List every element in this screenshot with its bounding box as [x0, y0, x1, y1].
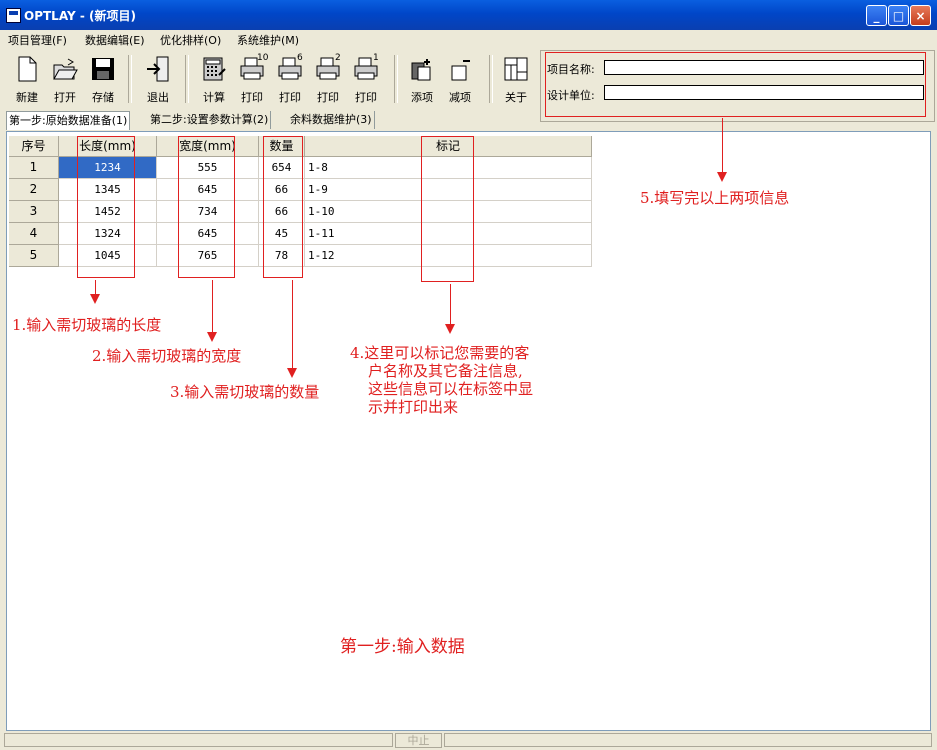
exit-door-icon	[147, 56, 169, 82]
calculator-icon	[203, 57, 226, 81]
print-button-4[interactable]: 1 打印	[349, 53, 383, 105]
note-width: 2.输入需切玻璃的宽度	[92, 347, 242, 365]
print-badge: 2	[335, 53, 341, 63]
print-label: 打印	[241, 91, 263, 104]
add-item-icon	[411, 59, 431, 81]
about-label: 关于	[505, 91, 527, 104]
exit-label: 退出	[147, 91, 169, 104]
add-item-label: 添项	[411, 91, 433, 104]
new-label: 新建	[16, 91, 38, 104]
step-caption: 第一步:输入数据	[340, 637, 465, 657]
maximize-button[interactable]: □	[888, 5, 909, 26]
print-label: 打印	[355, 91, 377, 104]
status-bar: 中止	[0, 731, 937, 750]
print-badge: 1	[373, 53, 379, 63]
status-panel-right	[444, 733, 932, 747]
note-mark-line4: 示并打印出来	[368, 398, 459, 416]
menu-system[interactable]: 系统维护(M)	[237, 32, 299, 48]
title-bar[interactable]: OPTLAY - (新项目) _ □ ×	[0, 0, 937, 30]
menu-data-edit[interactable]: 数据编辑(E)	[85, 32, 145, 48]
length-arrow-line	[95, 280, 96, 294]
qty-highlight-box	[263, 136, 303, 278]
calc-label: 计算	[203, 91, 225, 104]
tab-param-calc[interactable]: 第二步:设置参数计算(2)	[148, 111, 272, 129]
remove-item-label: 减项	[449, 91, 471, 104]
remove-item-button[interactable]: 减项	[443, 53, 477, 105]
app-icon[interactable]	[6, 8, 21, 23]
print-label: 打印	[317, 91, 339, 104]
toolbar-separator	[128, 55, 132, 103]
toolbar-separator	[394, 55, 398, 103]
row-index-cell[interactable]: 1	[9, 157, 59, 179]
project-arrow-line	[722, 118, 723, 172]
length-highlight-box	[77, 136, 135, 278]
row-index-cell[interactable]: 5	[9, 245, 59, 267]
status-panel-left	[4, 733, 393, 747]
calc-button[interactable]: 计算	[197, 53, 231, 105]
print-button-3[interactable]: 2 打印	[311, 53, 345, 105]
remove-item-icon	[451, 60, 470, 81]
print-button-2[interactable]: 6 打印	[273, 53, 307, 105]
tab-remnant-data[interactable]: 余料数据维护(3)	[288, 111, 375, 129]
print-badge: 10	[257, 53, 269, 63]
new-button[interactable]: 新建	[10, 53, 44, 105]
about-button[interactable]: 关于	[499, 53, 533, 105]
note-qty: 3.输入需切玻璃的数量	[170, 383, 320, 401]
save-label: 存储	[92, 91, 114, 104]
toolbar-separator	[489, 55, 493, 103]
save-button[interactable]: 存储	[86, 53, 120, 105]
print-label: 打印	[279, 91, 301, 104]
tab-raw-data[interactable]: 第一步:原始数据准备(1)	[6, 111, 131, 130]
menu-optimize[interactable]: 优化排样(O)	[160, 32, 221, 48]
qty-arrow-head	[287, 368, 297, 378]
layout-grid-icon	[504, 57, 528, 81]
row-index-cell[interactable]: 4	[9, 223, 59, 245]
open-button[interactable]: 打开	[48, 53, 82, 105]
menu-project[interactable]: 项目管理(F)	[8, 32, 67, 48]
new-document-icon	[18, 56, 37, 82]
print-badge: 6	[297, 53, 303, 63]
note-length: 1.输入需切玻璃的长度	[12, 316, 162, 334]
mark-arrow-head	[445, 324, 455, 334]
minimize-button[interactable]: _	[866, 5, 887, 26]
menu-bar: 项目管理(F) 数据编辑(E) 优化排样(O) 系统维护(M)	[0, 30, 937, 48]
width-highlight-box	[178, 136, 235, 278]
row-index-cell[interactable]: 2	[9, 179, 59, 201]
col-header-index[interactable]: 序号	[9, 136, 59, 157]
project-highlight-box	[545, 52, 926, 117]
toolbar-separator	[185, 55, 189, 103]
floppy-disk-icon	[92, 58, 114, 80]
project-arrow-head	[717, 172, 727, 182]
mark-arrow-line	[450, 284, 451, 324]
window-title: OPTLAY - (新项目)	[24, 9, 136, 23]
mark-highlight-box	[421, 136, 474, 282]
close-button[interactable]: ×	[910, 5, 931, 26]
stop-button[interactable]: 中止	[395, 733, 442, 748]
open-label: 打开	[54, 91, 76, 104]
open-folder-icon	[53, 58, 78, 80]
row-index-cell[interactable]: 3	[9, 201, 59, 223]
length-arrow-head	[90, 294, 100, 304]
width-arrow-head	[207, 332, 217, 342]
print-button-1[interactable]: 10 打印	[235, 53, 269, 105]
exit-button[interactable]: 退出	[141, 53, 175, 105]
width-arrow-line	[212, 280, 213, 332]
qty-arrow-line	[292, 280, 293, 368]
note-project: 5.填写完以上两项信息	[640, 189, 790, 207]
add-item-button[interactable]: 添项	[405, 53, 439, 105]
